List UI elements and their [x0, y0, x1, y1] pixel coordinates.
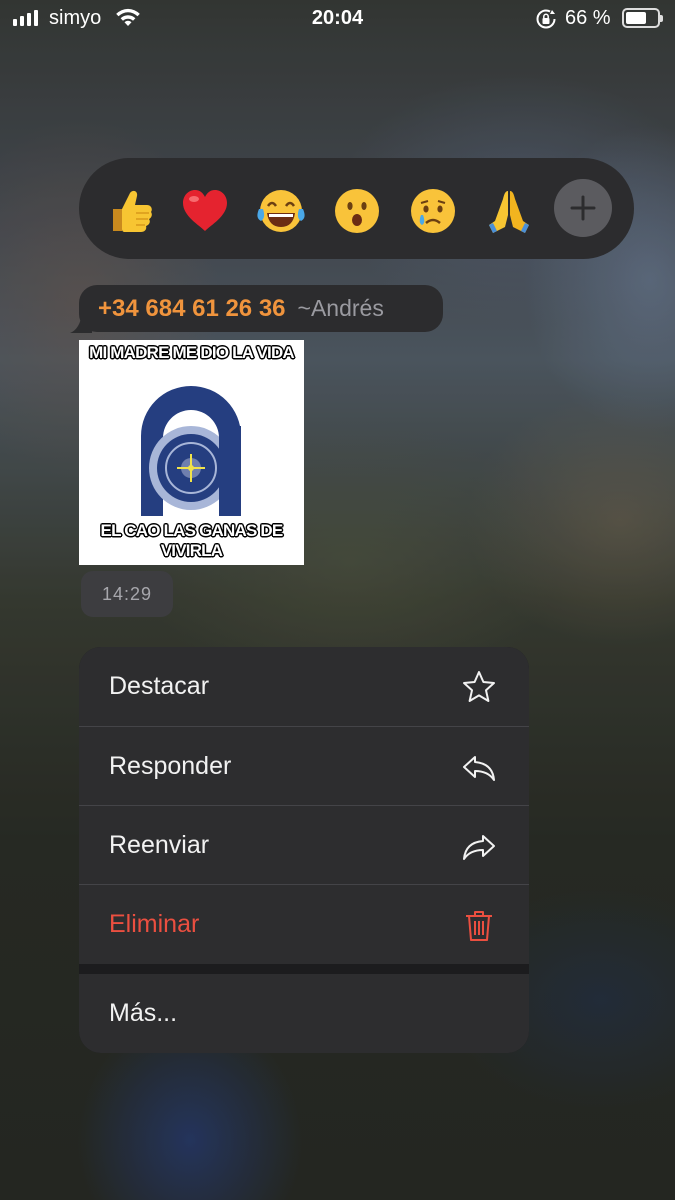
context-menu: Destacar Responder Reenviar Eliminar Más…	[79, 647, 529, 1053]
forward-icon	[463, 835, 495, 860]
reply-icon	[463, 756, 495, 781]
menu-item-destacar[interactable]: Destacar	[79, 647, 529, 726]
menu-item-responder[interactable]: Responder	[79, 727, 529, 806]
message-timestamp: 14:29	[81, 571, 173, 617]
menu-item-label: Reenviar	[109, 831, 210, 859]
menu-item-label: Más...	[109, 999, 178, 1027]
add-reaction-button[interactable]	[554, 179, 612, 237]
meme-image[interactable]: MI MADRE ME DIO LA VIDA EL CAO LAS GANAS…	[79, 340, 304, 565]
sender-bubble: +34 684 61 26 36 ~Andrés	[79, 285, 443, 332]
menu-item-eliminar[interactable]: Eliminar	[79, 885, 529, 964]
sender-alias: ~Andrés	[297, 295, 384, 321]
menu-item-label: Destacar	[109, 672, 210, 700]
rotation-lock-icon	[536, 9, 556, 29]
star-icon	[463, 671, 495, 702]
status-bar: simyo 20:04 66 %	[0, 0, 675, 38]
thumbs-up-icon[interactable]	[103, 185, 155, 237]
meme-bottom-caption: EL CAO LAS GANAS DE VIVIRLA	[100, 521, 284, 560]
university-logo	[141, 386, 241, 516]
menu-item-label: Eliminar	[109, 910, 200, 938]
meme-top-caption: MI MADRE ME DIO LA VIDA	[89, 343, 295, 362]
plus-icon	[570, 195, 596, 221]
sender-phone[interactable]: +34 684 61 26 36	[98, 295, 286, 323]
menu-item-reenviar[interactable]: Reenviar	[79, 806, 529, 885]
menu-item-label: Responder	[109, 752, 232, 780]
reaction-bar	[79, 158, 634, 259]
red-heart-icon[interactable]	[179, 185, 231, 237]
surprised-face-icon[interactable]	[331, 185, 383, 237]
trash-icon	[466, 911, 492, 941]
folded-hands-icon[interactable]	[483, 185, 535, 237]
battery-percentage: 66 %	[565, 7, 611, 29]
crying-face-icon[interactable]	[407, 185, 459, 237]
tears-of-joy-icon[interactable]	[255, 185, 307, 237]
battery-icon	[622, 8, 663, 28]
menu-item-mas[interactable]: Más...	[79, 974, 529, 1053]
